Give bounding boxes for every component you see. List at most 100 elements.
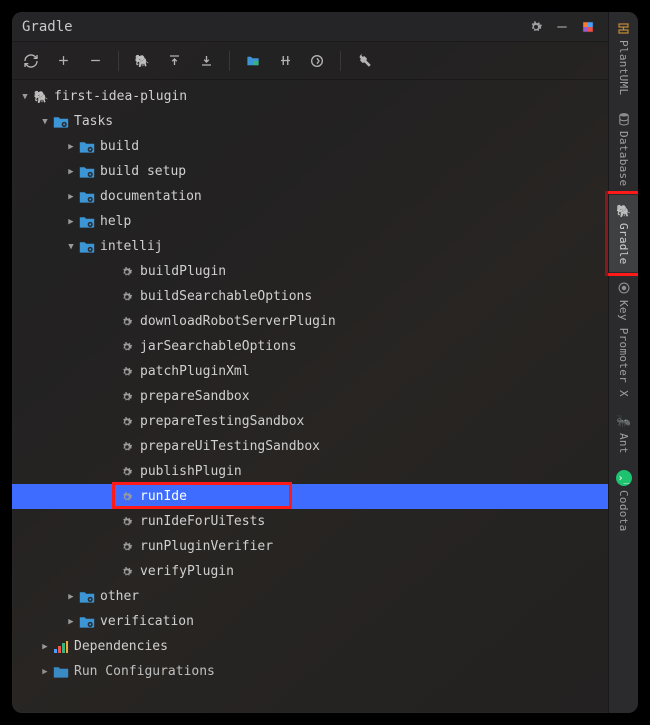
group-label: verification — [100, 614, 194, 629]
tree-group-intellij[interactable]: ▼ intellij — [12, 234, 608, 259]
tree-group-documentation[interactable]: ▶ documentation — [12, 184, 608, 209]
chevron-right-icon: ▶ — [64, 142, 78, 152]
rail-label: PlantUML — [617, 40, 630, 95]
tree-group-verification[interactable]: ▶ verification — [12, 609, 608, 634]
gradle-tool-window: Gradle 🐘 — [12, 12, 608, 713]
folder-gear-icon — [52, 113, 70, 131]
tree-dependencies[interactable]: ▶ Dependencies — [12, 634, 608, 659]
ant-icon: 🐜 — [616, 413, 632, 429]
project-structure-icon[interactable] — [242, 50, 264, 72]
tree-task-runIde[interactable]: ·runIde — [12, 484, 608, 509]
toolbar-separator — [118, 51, 119, 71]
panel-header: Gradle — [12, 12, 608, 42]
tree-task-downloadRobotServerPlugin[interactable]: ·downloadRobotServerPlugin — [12, 309, 608, 334]
tree-task-verifyPlugin[interactable]: ·verifyPlugin — [12, 559, 608, 584]
folder-gear-icon — [78, 588, 96, 606]
task-label: buildSearchableOptions — [140, 289, 312, 304]
chevron-down-icon: ▼ — [38, 117, 52, 127]
build-settings-icon[interactable] — [353, 50, 375, 72]
chevron-right-icon: ▶ — [38, 667, 52, 677]
tree-task-prepareTestingSandbox[interactable]: ·prepareTestingSandbox — [12, 409, 608, 434]
collapse-all-icon[interactable] — [195, 50, 217, 72]
rail-keypromoter[interactable]: Key Promoter X — [609, 272, 638, 405]
task-label: downloadRobotServerPlugin — [140, 314, 336, 329]
task-label: runIde — [140, 489, 187, 504]
tree-group-other[interactable]: ▶ other — [12, 584, 608, 609]
refresh-deps-icon[interactable] — [306, 50, 328, 72]
chevron-down-icon: ▼ — [18, 92, 32, 102]
rail-gradle[interactable]: 🐘 Gradle — [609, 195, 638, 273]
gradle-project-icon: 🐘 — [32, 88, 50, 106]
gradle-tree: ▼ 🐘 first-idea-plugin ▼ Tasks ▶ build ▶ — [12, 80, 608, 713]
tree-task-publishPlugin[interactable]: ·publishPlugin — [12, 459, 608, 484]
refresh-icon[interactable] — [20, 50, 42, 72]
add-icon[interactable] — [52, 50, 74, 72]
task-gear-icon — [118, 488, 136, 506]
folder-gear-icon — [78, 213, 96, 231]
task-gear-icon — [118, 538, 136, 556]
folder-gear-icon — [78, 238, 96, 256]
folder-gear-icon — [78, 188, 96, 206]
rail-plantuml[interactable]: PlantUML — [609, 12, 638, 103]
group-label: build setup — [100, 164, 186, 179]
tree-group-build[interactable]: ▶ build — [12, 134, 608, 159]
tree-task-patchPluginXml[interactable]: ·patchPluginXml — [12, 359, 608, 384]
rail-codota[interactable]: ›_ Codota — [609, 462, 638, 540]
rail-ant[interactable]: 🐜 Ant — [609, 405, 638, 462]
settings-icon[interactable] — [526, 17, 546, 37]
group-label: documentation — [100, 189, 202, 204]
dependencies-label: Dependencies — [74, 639, 168, 654]
minimize-icon[interactable] — [552, 17, 572, 37]
tree-run-configurations[interactable]: ▶ Run Configurations — [12, 659, 608, 684]
project-label: first-idea-plugin — [54, 89, 187, 104]
group-label: intellij — [100, 239, 163, 254]
offline-mode-icon[interactable] — [274, 50, 296, 72]
rail-label: Ant — [617, 433, 630, 454]
toolbar-separator — [229, 51, 230, 71]
folder-icon — [52, 663, 70, 681]
tree-task-runIdeForUiTests[interactable]: ·runIdeForUiTests — [12, 509, 608, 534]
task-label: prepareTestingSandbox — [140, 414, 304, 429]
remove-icon[interactable] — [84, 50, 106, 72]
chevron-right-icon: ▶ — [64, 617, 78, 627]
gradle-toolbar: 🐘 — [12, 42, 608, 80]
task-gear-icon — [118, 563, 136, 581]
task-label: jarSearchableOptions — [140, 339, 297, 354]
group-label: help — [100, 214, 131, 229]
tree-task-jarSearchableOptions[interactable]: ·jarSearchableOptions — [12, 334, 608, 359]
folder-gear-icon — [78, 138, 96, 156]
group-label: other — [100, 589, 139, 604]
group-label: build — [100, 139, 139, 154]
task-gear-icon — [118, 288, 136, 306]
right-tool-rail: PlantUML Database 🐘 Gradle Key Promoter … — [608, 12, 638, 713]
task-gear-icon — [118, 413, 136, 431]
folder-gear-icon — [78, 163, 96, 181]
task-gear-icon — [118, 313, 136, 331]
tree-task-prepareUiTestingSandbox[interactable]: ·prepareUiTestingSandbox — [12, 434, 608, 459]
rail-label: Key Promoter X — [617, 300, 630, 397]
tree-group-help[interactable]: ▶ help — [12, 209, 608, 234]
chevron-right-icon: ▶ — [38, 642, 52, 652]
expand-all-icon[interactable] — [163, 50, 185, 72]
rail-database[interactable]: Database — [609, 103, 638, 194]
tree-task-buildSearchableOptions[interactable]: ·buildSearchableOptions — [12, 284, 608, 309]
tree-project-root[interactable]: ▼ 🐘 first-idea-plugin — [12, 84, 608, 109]
tree-tasks-node[interactable]: ▼ Tasks — [12, 109, 608, 134]
tree-group-build-setup[interactable]: ▶ build setup — [12, 159, 608, 184]
task-gear-icon — [118, 438, 136, 456]
tree-task-runPluginVerifier[interactable]: ·runPluginVerifier — [12, 534, 608, 559]
tree-task-buildPlugin[interactable]: ·buildPlugin — [12, 259, 608, 284]
chevron-right-icon: ▶ — [64, 592, 78, 602]
task-label: patchPluginXml — [140, 364, 250, 379]
database-icon — [616, 111, 632, 127]
task-label: runIdeForUiTests — [140, 514, 265, 529]
keypromoter-icon — [616, 280, 632, 296]
task-label: publishPlugin — [140, 464, 242, 479]
task-gear-icon — [118, 513, 136, 531]
gradle-elephant-icon[interactable]: 🐘 — [131, 50, 153, 72]
folder-gear-icon — [78, 613, 96, 631]
tree-task-prepareSandbox[interactable]: ·prepareSandbox — [12, 384, 608, 409]
run-configs-label: Run Configurations — [74, 664, 215, 679]
plantuml-icon — [616, 20, 632, 36]
rail-label: Database — [617, 131, 630, 186]
